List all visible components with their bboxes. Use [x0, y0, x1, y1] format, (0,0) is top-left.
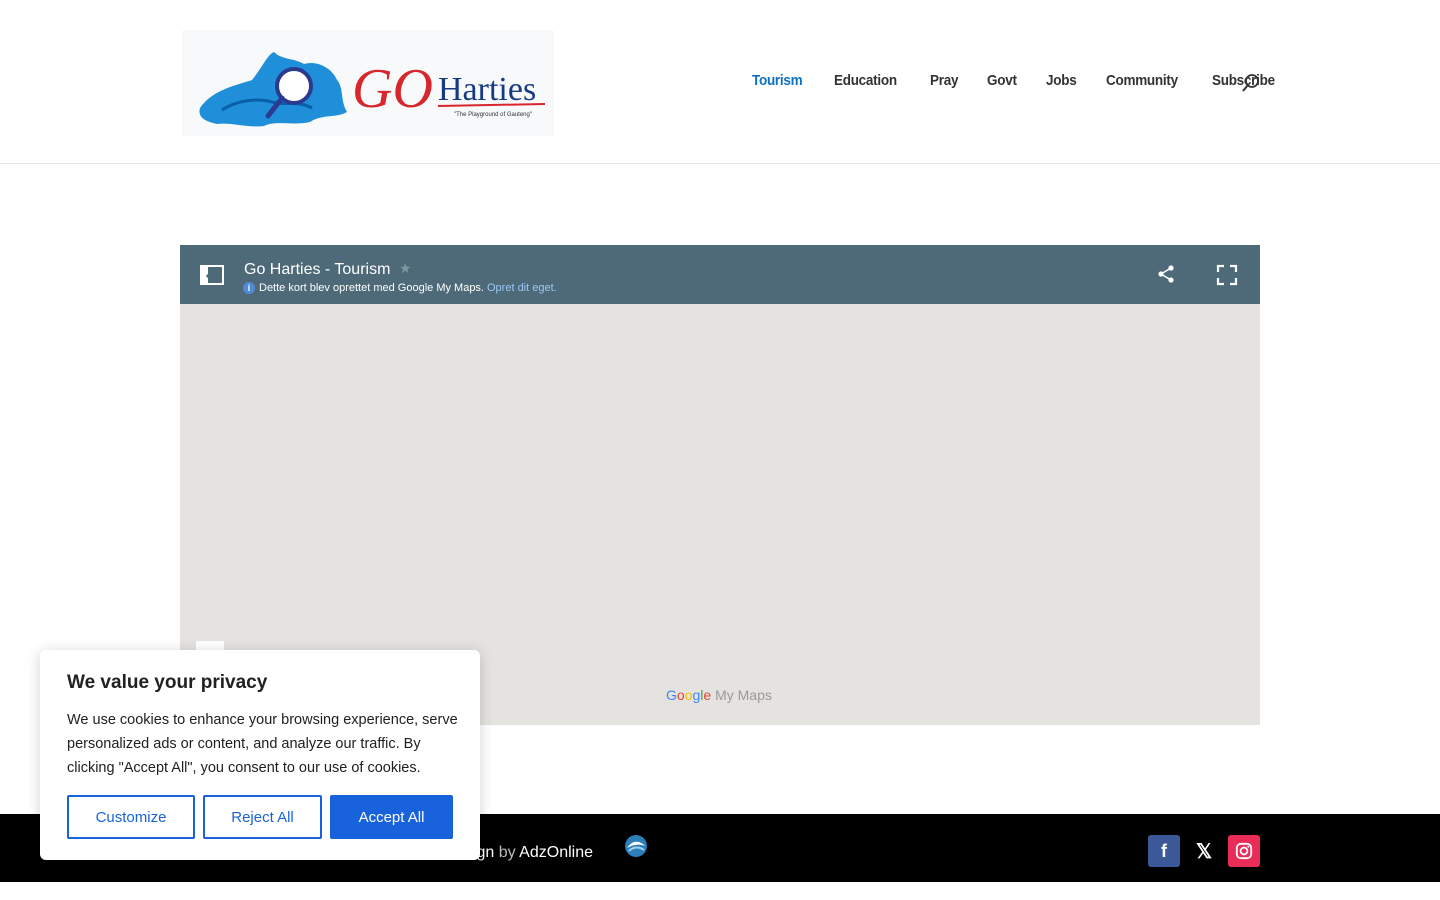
share-icon[interactable] [1156, 264, 1176, 284]
facebook-icon[interactable]: f [1148, 835, 1180, 867]
info-icon: i [243, 282, 255, 294]
layers-icon[interactable] [200, 265, 224, 285]
adzonline-link[interactable]: AdzOnline [519, 844, 593, 861]
nav-item-education[interactable]: Education [834, 72, 897, 89]
accept-all-button[interactable]: Accept All [330, 795, 453, 839]
google-my-maps-brand: Google My Maps [666, 687, 772, 703]
site-header: GO Harties "The Playground of Gauteng" T… [0, 0, 1440, 164]
adzonline-logo-icon [625, 835, 647, 857]
map-info-line: i Dette kort blev oprettet med Google My… [243, 282, 557, 294]
nav-item-govt[interactable]: Govt [987, 72, 1017, 89]
map-header-bar: Go Harties - Tourism ★ i Dette kort blev… [180, 245, 1260, 304]
cookie-title: We value your privacy [67, 672, 268, 693]
logo-graphic: GO Harties "The Playground of Gauteng" [199, 52, 546, 127]
map-info-text: Dette kort blev oprettet med Google My M… [259, 282, 484, 294]
search-icon[interactable] [1241, 73, 1261, 93]
customize-button[interactable]: Customize [67, 795, 195, 839]
nav-item-community[interactable]: Community [1106, 72, 1178, 89]
main-nav: Tourism Education Pray Govt Jobs Community Sub… [752, 72, 1308, 89]
create-map-link[interactable]: Opret dit eget. [487, 282, 557, 294]
svg-text:Harties: Harties [438, 71, 536, 108]
instagram-icon[interactable] [1228, 835, 1260, 867]
cookie-body: We use cookies to enhance your browsing … [67, 712, 458, 776]
cookie-consent-banner: We value your privacy We use cookies to … [40, 650, 480, 860]
fullscreen-icon[interactable] [1216, 264, 1238, 286]
site-logo[interactable]: GO Harties "The Playground of Gauteng" [182, 30, 554, 136]
map-title: Go Harties - Tourism [244, 261, 391, 278]
nav-item-pray[interactable]: Pray [930, 72, 958, 89]
x-icon[interactable]: 𝕏 [1188, 835, 1220, 867]
star-icon[interactable]: ★ [399, 260, 412, 277]
reject-all-button[interactable]: Reject All [203, 795, 322, 839]
svg-text:GO: GO [352, 58, 433, 120]
svg-text:"The Playground of Gauteng": "The Playground of Gauteng" [454, 112, 532, 118]
nav-item-tourism[interactable]: Tourism [752, 72, 803, 89]
nav-item-jobs[interactable]: Jobs [1046, 72, 1077, 89]
